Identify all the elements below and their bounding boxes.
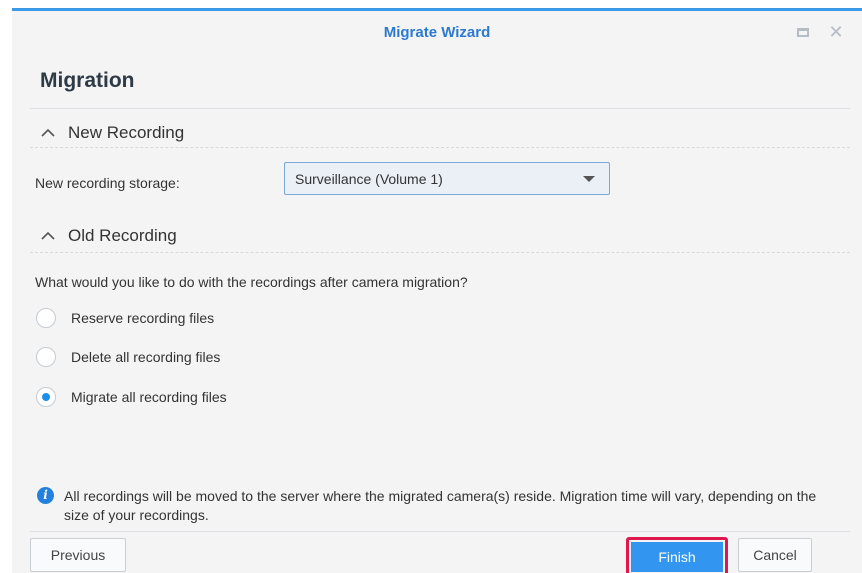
migrate-wizard-window: Migrate Wizard ✕ Migration New Recording… bbox=[12, 8, 862, 573]
radio-label: Delete all recording files bbox=[71, 349, 221, 365]
title-bar: Migrate Wizard ✕ bbox=[12, 11, 862, 55]
radio-button[interactable] bbox=[36, 347, 56, 367]
radio-label: Reserve recording files bbox=[71, 310, 215, 326]
finish-highlight: Finish bbox=[626, 537, 728, 573]
window-restore-icon[interactable] bbox=[795, 25, 811, 39]
chevron-up-icon bbox=[40, 128, 56, 138]
storage-select-value: Surveillance (Volume 1) bbox=[295, 171, 443, 187]
radio-button[interactable] bbox=[36, 308, 56, 328]
page-title: Migration bbox=[40, 69, 135, 92]
footer-divider bbox=[30, 531, 850, 532]
radio-delete-recordings[interactable]: Delete all recording files bbox=[36, 347, 220, 367]
section-title-new-recording: New Recording bbox=[68, 123, 185, 142]
chevron-up-icon bbox=[40, 231, 56, 241]
finish-button[interactable]: Finish bbox=[631, 542, 723, 572]
info-message: All recordings will be moved to the serv… bbox=[64, 488, 817, 523]
radio-button-selected[interactable] bbox=[36, 387, 56, 407]
dropdown-arrow-icon bbox=[583, 176, 595, 182]
section-divider bbox=[30, 252, 850, 253]
close-icon[interactable]: ✕ bbox=[828, 23, 844, 41]
radio-reserve-recordings[interactable]: Reserve recording files bbox=[36, 308, 214, 328]
section-toggle-new-recording[interactable]: New Recording bbox=[40, 123, 184, 143]
section-title-old-recording: Old Recording bbox=[68, 226, 177, 245]
storage-label: New recording storage: bbox=[35, 175, 180, 191]
storage-select[interactable]: Surveillance (Volume 1) bbox=[284, 162, 610, 195]
divider bbox=[30, 108, 850, 109]
migration-question: What would you like to do with the recor… bbox=[35, 274, 468, 290]
section-toggle-old-recording[interactable]: Old Recording bbox=[40, 226, 177, 246]
previous-button[interactable]: Previous bbox=[30, 538, 126, 572]
section-divider bbox=[30, 147, 850, 148]
info-icon: i bbox=[37, 487, 54, 504]
window-title: Migrate Wizard bbox=[383, 24, 491, 41]
cancel-button[interactable]: Cancel bbox=[738, 538, 812, 572]
radio-label: Migrate all recording files bbox=[71, 389, 227, 405]
radio-migrate-recordings[interactable]: Migrate all recording files bbox=[36, 387, 227, 407]
